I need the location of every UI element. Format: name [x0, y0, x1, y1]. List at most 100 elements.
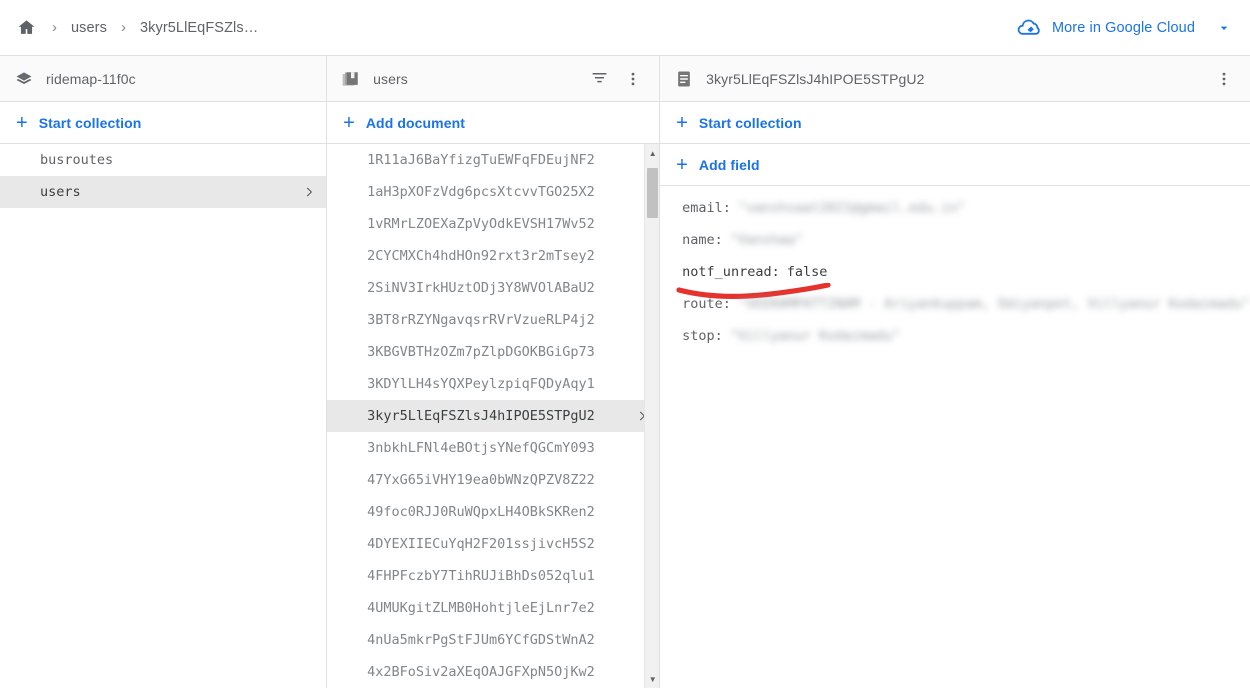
breadcrumb-item-users[interactable]: users	[71, 20, 107, 36]
document-detail-panel: 3kyr5LlEqFSZlsJ4hIPOE5STPgU2 + Start col…	[660, 56, 1250, 688]
document-field-row[interactable]: email: "vanshsaat2021@gmail.edu.in"	[682, 200, 1250, 232]
add-document-label: Add document	[365, 114, 466, 131]
document-list: 1R11aJ6BaYfizgTuEWFqFDEujNF2 1aH3pXOFzVdg…	[327, 144, 660, 688]
console-body: ridemap-11f0c + Start collection busrout…	[0, 56, 1250, 688]
start-collection-label: Start collection	[698, 114, 802, 131]
start-collection-button-left[interactable]: + Start collection	[0, 102, 327, 144]
document-list-item[interactable]: 4FHPFczbY7TihRUJiBhDs052qlu1	[327, 560, 659, 592]
field-value: "vanshsaat2021@gmail.edu.in"	[737, 200, 966, 216]
document-list-item[interactable]: 1vRMrLZOEXaZpVyOdkEVSH17Wv52	[327, 208, 659, 240]
start-collection-button-right[interactable]: + Start collection	[660, 102, 1250, 144]
collection-label: users	[40, 184, 81, 200]
document-id-label: 4FHPFczbY7TihRUJiBhDs052qlu1	[367, 568, 595, 584]
scrollbar-thumb[interactable]	[647, 168, 659, 218]
database-stack-icon	[14, 69, 34, 89]
document-id-label: 3kyr5LlEqFSZlsJ4hIPOE5STPgU2	[367, 408, 595, 424]
document-id-label: 1R11aJ6BaYfizgTuEWFqFDEujNF2	[367, 152, 595, 168]
add-document-button[interactable]: + Add document	[327, 102, 660, 144]
field-key: email:	[682, 200, 731, 216]
document-id-label: 3KBGVBTHzOZm7pZlpDGOKBGiGp73	[367, 344, 595, 360]
field-key: route:	[682, 296, 731, 312]
more-in-google-cloud-button[interactable]: More in Google Cloud	[1017, 18, 1232, 37]
collection-label: busroutes	[40, 152, 114, 168]
add-field-button[interactable]: + Add field	[660, 144, 1250, 186]
document-list-item[interactable]: 3nbkhLFNl4eBOtjsYNefQGCmY093	[327, 432, 659, 464]
collection-header-actions	[587, 67, 645, 91]
left-panel: ridemap-11f0c + Start collection busrout…	[0, 56, 328, 688]
document-header: 3kyr5LlEqFSZlsJ4hIPOE5STPgU2	[660, 56, 1250, 102]
more-vert-icon[interactable]	[1212, 67, 1236, 91]
document-id-label: 4x2BFoSiv2aXEqOAJGFXpN5OjKw2	[367, 664, 595, 680]
document-list-item[interactable]: 3kyr5LlEqFSZlsJ4hIPOE5STPgU2	[327, 400, 660, 432]
breadcrumb: › users › 3kyr5LlEqFSZls…	[14, 16, 1017, 40]
project-name: ridemap-11f0c	[46, 70, 136, 87]
document-list-item[interactable]: 3BT8rRZYNgavqsrRVrVzueRLP4j2	[327, 304, 659, 336]
collection-icon	[341, 69, 361, 89]
start-collection-label: Start collection	[38, 114, 142, 131]
collection-name: users	[373, 70, 408, 87]
chevron-right-icon	[302, 185, 316, 199]
document-field-row[interactable]: notf_unread: false	[676, 264, 1250, 299]
collection-item-users[interactable]: users	[0, 176, 327, 208]
more-in-google-cloud-label: More in Google Cloud	[1051, 19, 1195, 36]
document-id-label: 47YxG65iVHY19ea0bWNzQPZV8Z22	[367, 472, 595, 488]
chevron-down-icon[interactable]	[1216, 20, 1232, 36]
document-list-scrollbar[interactable]: ▲ ▼	[644, 144, 660, 688]
document-id-label: 2CYCMXCh4hdHOn92rxt3r2mTsey2	[367, 248, 595, 264]
add-field-label: Add field	[698, 156, 760, 173]
collection-item-busroutes[interactable]: busroutes	[0, 144, 326, 176]
filter-icon[interactable]	[587, 67, 611, 91]
documents-panel: users + Add document 1R11aJ6BaYfizgTuEWF…	[327, 56, 661, 688]
document-header-actions	[1212, 67, 1236, 91]
document-list-item[interactable]: 49foc0RJJ0RuWQpxLH4OBkSKRen2	[327, 496, 659, 528]
field-key: stop:	[682, 328, 723, 344]
document-list-item[interactable]: 4DYEXIIECuYqH2F201ssjivcH5S2	[327, 528, 659, 560]
document-list-item[interactable]: 4x2BFoSiv2aXEqOAJGFXpN5OjKw2	[327, 656, 659, 688]
top-breadcrumb-bar: › users › 3kyr5LlEqFSZls… More in Google…	[0, 0, 1250, 56]
add-icon: +	[676, 111, 688, 134]
document-id-label: 4UMUKgitZLMB0HohtjleEjLnr7e2	[367, 600, 595, 616]
collection-header: users	[327, 56, 660, 102]
document-id-label: 1vRMrLZOEXaZpVyOdkEVSH17Wv52	[367, 216, 595, 232]
document-list-item[interactable]: 3KBGVBTHzOZm7pZlpDGOKBGiGp73	[327, 336, 659, 368]
scroll-up-arrow-icon[interactable]: ▲	[645, 146, 659, 160]
field-list: email: "vanshsaat2021@gmail.edu.in" name: "…	[660, 186, 1250, 360]
document-list-item[interactable]: 2SiNV3IrkHUztODj3Y8WVOlABaU2	[327, 272, 659, 304]
document-id: 3kyr5LlEqFSZlsJ4hIPOE5STPgU2	[706, 70, 925, 87]
field-value: false	[786, 264, 828, 280]
add-icon: +	[343, 111, 355, 134]
document-id-label: 4nUa5mkrPgStFJUm6YCfGDStWnA2	[367, 632, 595, 648]
field-value: "Vanshaa"	[729, 232, 803, 248]
document-list-item[interactable]: 4UMUKgitZLMB0HohtjleEjLnr7e2	[327, 592, 659, 624]
document-list-item[interactable]: 4nUa5mkrPgStFJUm6YCfGDStWnA2	[327, 624, 659, 656]
breadcrumb-separator-1: ›	[52, 19, 57, 36]
document-id-label: 3nbkhLFNl4eBOtjsYNefQGCmY093	[367, 440, 595, 456]
more-vert-icon[interactable]	[621, 67, 645, 91]
document-id-label: 1aH3pXOFzVdg6pcsXtcvvTGO25X2	[367, 184, 595, 200]
document-id-label: 2SiNV3IrkHUztODj3Y8WVOlABaU2	[367, 280, 595, 296]
document-id-label: 49foc0RJJ0RuWQpxLH4OBkSKRen2	[367, 504, 595, 520]
breadcrumb-separator-2: ›	[120, 19, 126, 36]
field-value: "VEERAMPATTINAM - Ariyankuppam, Odiyanpe…	[737, 296, 1250, 312]
document-id-label: 4DYEXIIECuYqH2F201ssjivcH5S2	[367, 536, 595, 552]
project-header: ridemap-11f0c	[0, 56, 327, 102]
document-list-item[interactable]: 3KDYlLH4sYQXPeylzpiqFQDyAqy1	[327, 368, 659, 400]
document-id-label: 3KDYlLH4sYQXPeylzpiqFQDyAqy1	[367, 376, 595, 392]
document-list-item[interactable]: 47YxG65iVHY19ea0bWNzQPZV8Z22	[327, 464, 659, 496]
breadcrumb-item-document[interactable]: 3kyr5LlEqFSZls…	[140, 20, 258, 36]
field-key: name:	[682, 232, 723, 248]
document-list-item[interactable]: 1R11aJ6BaYfizgTuEWFqFDEujNF2	[327, 144, 659, 176]
field-value: "Villyanur Kodaimadu"	[729, 328, 901, 344]
document-id-label: 3BT8rRZYNgavqsrRVrVzueRLP4j2	[367, 312, 595, 328]
document-field-row[interactable]: stop: "Villyanur Kodaimadu"	[682, 328, 1250, 360]
add-icon: +	[676, 153, 688, 176]
add-icon: +	[16, 111, 28, 134]
document-field-row[interactable]: route: "VEERAMPATTINAM - Ariyankuppam, Od…	[682, 296, 1250, 328]
firestore-console: › users › 3kyr5LlEqFSZls… More in Google…	[0, 0, 1250, 688]
document-field-row[interactable]: name: "Vanshaa"	[682, 232, 1250, 264]
document-list-item[interactable]: 1aH3pXOFzVdg6pcsXtcvvTGO25X2	[327, 176, 659, 208]
home-icon[interactable]	[14, 16, 38, 40]
scroll-down-arrow-icon[interactable]: ▼	[645, 672, 659, 686]
document-list-item[interactable]: 2CYCMXCh4hdHOn92rxt3r2mTsey2	[327, 240, 659, 272]
cloud-icon	[1017, 18, 1043, 37]
